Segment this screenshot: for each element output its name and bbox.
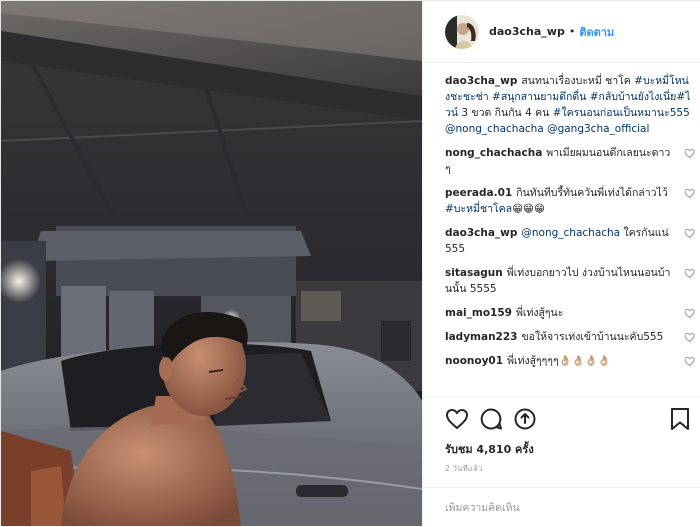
comment-mention[interactable]: @nong_chachacha xyxy=(521,227,620,239)
comment-like-heart-icon[interactable] xyxy=(684,356,695,367)
heart-icon[interactable] xyxy=(445,407,469,431)
comment-like-heart-icon[interactable] xyxy=(684,332,695,343)
avatar-image xyxy=(445,14,479,49)
comment-row: peerada.01 กินทันทีบรี้ทันควันพี่เท่งได้ก… xyxy=(445,185,695,217)
comment-username[interactable]: nong_chachacha xyxy=(445,147,542,159)
comment-text: พี่เท่งสู้ๆนะ xyxy=(515,307,564,319)
add-comment-bar xyxy=(423,487,700,527)
caption-mentions[interactable]: @nong_chachacha @gang3cha_official xyxy=(445,123,649,135)
action-icons xyxy=(443,407,691,437)
header-separator: • xyxy=(568,25,576,38)
post-actions: รับชม 4,810 ครั้ง 2 วันที่แล้ว xyxy=(423,396,700,526)
comment-text: ขอให้จารเท่งเข้าบ้านนะคับ555 xyxy=(521,331,664,343)
caption-text-2: 3 ขวด กินกัน 4 คน xyxy=(458,107,553,119)
post-timestamp[interactable]: 2 วันที่แล้ว xyxy=(445,463,482,475)
comment-username[interactable]: noonoy01 xyxy=(445,355,503,367)
post-sidebar: dao3cha_wp • ติดตาม dao3cha_wp สนทนาเรื่อ… xyxy=(422,1,700,526)
comments-list: dao3cha_wp สนทนาเรื่องบะหมี่ ชาโค #บะหมี่… xyxy=(445,73,695,377)
comment-username[interactable]: sitasagun xyxy=(445,267,503,279)
instagram-post: dao3cha_wp • ติดตาม dao3cha_wp สนทนาเรื่อ… xyxy=(0,0,700,526)
view-count[interactable]: รับชม 4,810 ครั้ง xyxy=(445,440,534,458)
comment-text: กินทันทีบรี้ทันควันพี่เท่งได้กล่าวไว้ xyxy=(516,187,668,199)
comment-row: mai_mo159 พี่เท่งสู้ๆนะ xyxy=(445,305,695,321)
comment-row: ladyman223 ขอให้จารเท่งเข้าบ้านนะคับ555 xyxy=(445,329,695,345)
share-icon[interactable] xyxy=(513,407,537,431)
caption-text: สนทนาเรื่องบะหมี่ ชาโค xyxy=(521,75,635,87)
comment-icon[interactable] xyxy=(479,407,503,431)
comment-username[interactable]: peerada.01 xyxy=(445,187,512,199)
post-photo-image xyxy=(1,1,422,526)
comment-username[interactable]: ladyman223 xyxy=(445,331,517,343)
comment-row: nong_chachacha พาเมียผมนอนดึกเลยนะดาวๆ xyxy=(445,145,695,177)
header-username[interactable]: dao3cha_wp xyxy=(489,25,565,38)
comment-like-heart-icon[interactable] xyxy=(684,308,695,319)
post-photo[interactable] xyxy=(1,1,422,526)
comment-text: พี่เท่งสู้ๆๆๆๆ xyxy=(507,355,559,367)
comment-row: sitasagun พี่เท่งบอกยาวไป ง่วงบ้านไหนนอนบ… xyxy=(445,265,695,297)
add-comment-input[interactable] xyxy=(445,501,665,514)
comment-like-heart-icon[interactable] xyxy=(684,188,695,199)
caption-hashtags-2[interactable]: #ใครนอนก่อนเป็นหมานะ555 xyxy=(553,107,690,119)
post-caption: dao3cha_wp สนทนาเรื่องบะหมี่ ชาโค #บะหมี่… xyxy=(445,73,693,137)
comment-emoji: 👌🏼👌🏼👌🏼👌🏼 xyxy=(558,355,611,367)
comment-row: noonoy01 พี่เท่งสู้ๆๆๆๆ👌🏼👌🏼👌🏼👌🏼 xyxy=(445,353,695,369)
post-header: dao3cha_wp • ติดตาม xyxy=(423,1,700,63)
comment-hashtag[interactable]: #บะหมี่ชาโคล xyxy=(445,203,512,215)
comment-like-heart-icon[interactable] xyxy=(684,228,695,239)
comment-username[interactable]: mai_mo159 xyxy=(445,307,512,319)
comment-emoji: 😁😁😁 xyxy=(512,203,545,215)
follow-button[interactable]: ติดตาม xyxy=(579,23,614,41)
comment-like-heart-icon[interactable] xyxy=(684,148,695,159)
avatar[interactable] xyxy=(445,14,479,49)
bookmark-icon[interactable] xyxy=(669,407,691,431)
caption-username[interactable]: dao3cha_wp xyxy=(445,75,517,87)
comment-row: dao3cha_wp @nong_chachacha ใครกันแน่555 xyxy=(445,225,695,257)
comment-username[interactable]: dao3cha_wp xyxy=(445,227,517,239)
comment-like-heart-icon[interactable] xyxy=(684,268,695,279)
